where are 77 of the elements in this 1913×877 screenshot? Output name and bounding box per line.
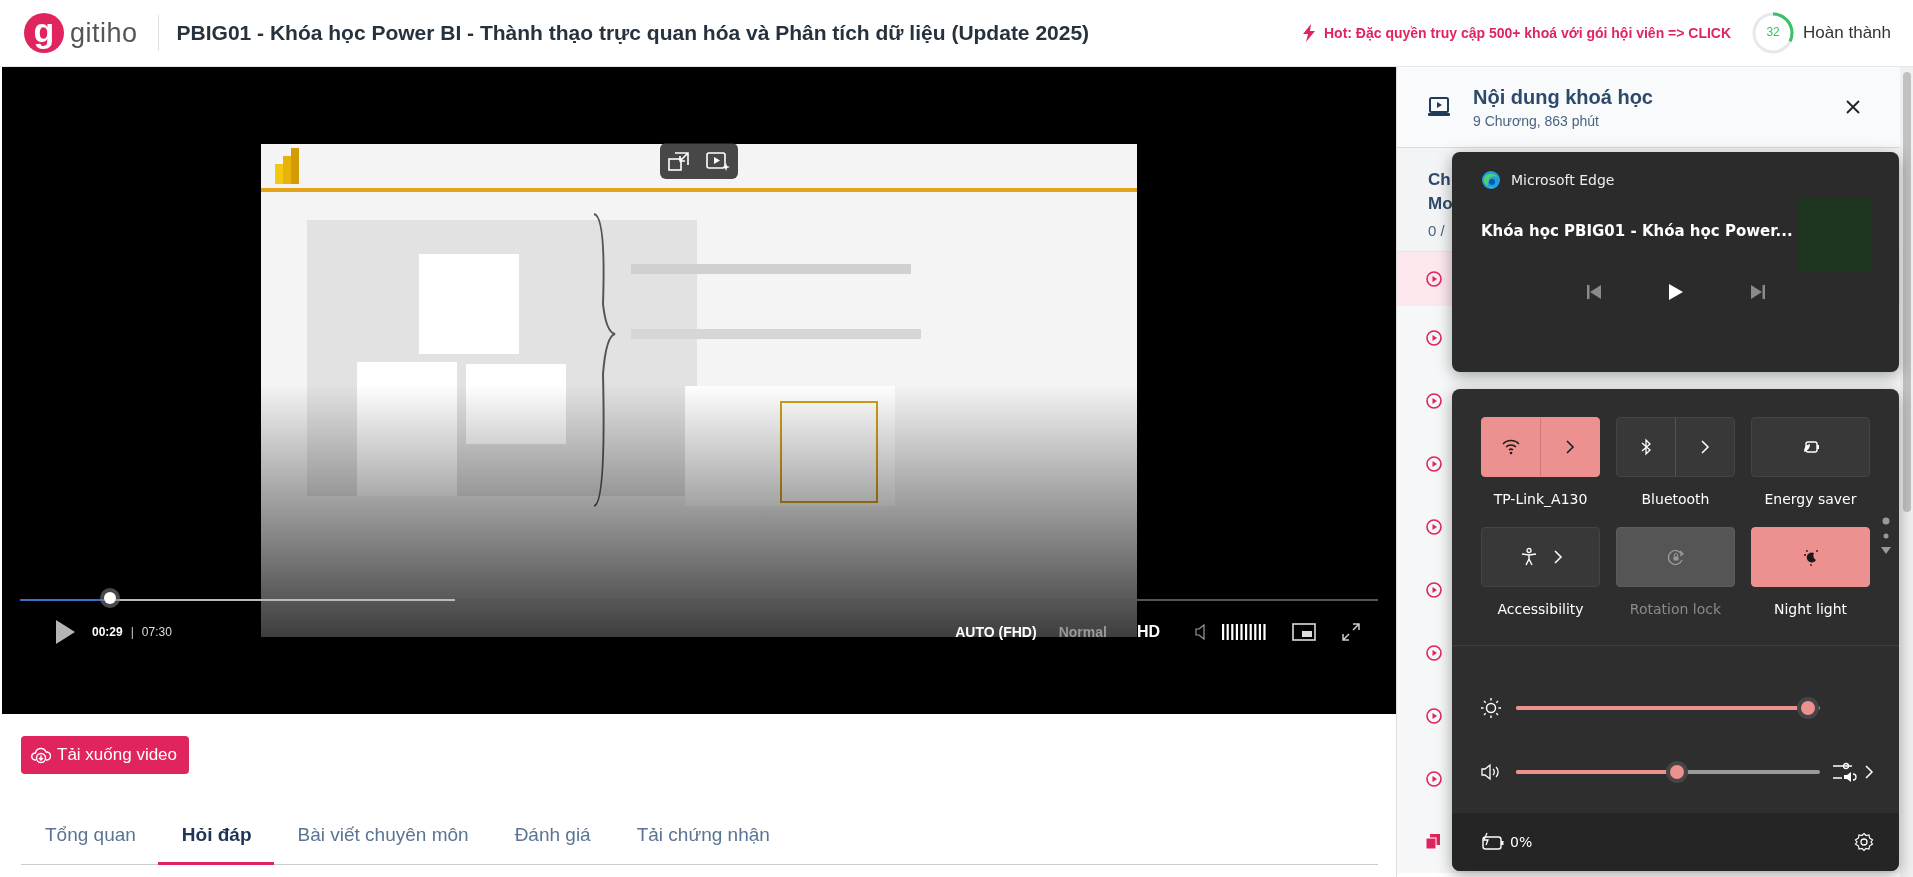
play-circle-icon xyxy=(1426,707,1442,724)
logo-name[interactable]: gitiho xyxy=(70,17,138,49)
page-dot-icon[interactable] xyxy=(1883,533,1889,539)
previous-icon[interactable] xyxy=(1586,284,1602,300)
chapter-count: 0 / xyxy=(1428,222,1445,239)
chevron-right-icon[interactable] xyxy=(1565,440,1575,454)
exit-window-icon[interactable] xyxy=(667,150,691,172)
play-circle-icon xyxy=(1426,455,1442,472)
chapter-title[interactable]: Ch xyxy=(1428,168,1451,192)
duration: 07:30 xyxy=(141,625,172,639)
chevron-right-icon xyxy=(1552,550,1563,564)
play-circle-icon xyxy=(1426,329,1442,346)
seek-thumb[interactable] xyxy=(103,592,116,604)
mini-player-icon[interactable] xyxy=(1292,623,1316,641)
logo-mark[interactable]: g xyxy=(24,13,64,53)
tab[interactable]: Hỏi đáp xyxy=(157,814,274,865)
slider-thumb[interactable] xyxy=(1666,761,1689,783)
play-circle-icon xyxy=(1426,644,1442,661)
time-separator: | xyxy=(130,625,134,639)
battery-percent[interactable]: 0% xyxy=(1510,834,1533,850)
video-sparkle-icon[interactable] xyxy=(705,150,731,172)
scrollbar[interactable] xyxy=(1902,72,1911,512)
toggle-button[interactable] xyxy=(1751,417,1870,477)
brightness-icon xyxy=(1480,697,1502,719)
chapter-title[interactable]: Mo xyxy=(1428,192,1453,216)
tab[interactable]: Tổng quan xyxy=(21,814,158,865)
tab[interactable]: Tải chứng nhận xyxy=(612,814,792,865)
volume-bars-icon[interactable] xyxy=(1222,624,1266,640)
slider-thumb[interactable] xyxy=(1796,697,1819,719)
tile-label: Energy saver xyxy=(1764,491,1857,507)
tab[interactable]: Đánh giá xyxy=(490,814,613,865)
play-circle-icon xyxy=(1426,770,1442,787)
fullscreen-icon[interactable] xyxy=(1342,623,1360,641)
play-circle-icon xyxy=(1426,392,1442,409)
promo-link[interactable]: Hot: Đặc quyền truy cập 500+ khoá với gói hội viên => CLICK xyxy=(1324,25,1732,41)
tile-label: Bluetooth xyxy=(1641,491,1710,507)
progress-value: 32 xyxy=(1765,25,1781,39)
next-icon[interactable] xyxy=(1750,284,1766,300)
current-time: 00:29 xyxy=(92,625,123,639)
play-circle-icon xyxy=(1426,581,1442,598)
progress-label: Hoàn thành xyxy=(1803,23,1891,43)
course-title: PBIG01 - Khóa học Power BI - Thành thạo trực quan hóa và Phân tích dữ liệu (Update 2025) xyxy=(176,21,1090,45)
download-button[interactable]: Tải xuống video xyxy=(21,736,190,774)
toggle-button[interactable] xyxy=(1751,527,1870,587)
hd-button[interactable]: HD xyxy=(1136,623,1160,641)
audio-mixer-icon[interactable] xyxy=(1832,761,1858,783)
play-icon[interactable] xyxy=(54,619,76,645)
cloud-download-icon xyxy=(31,746,51,764)
tile-label: Night light xyxy=(1773,601,1848,617)
quality-button[interactable]: AUTO (FHD) xyxy=(955,624,1037,640)
tile-label: Accessibility xyxy=(1497,601,1584,617)
wifi-icon xyxy=(1501,437,1521,457)
panel-title: Nội dung khoá học xyxy=(1473,85,1654,109)
copy-icon xyxy=(1426,834,1440,849)
toggle-button[interactable] xyxy=(1481,527,1600,587)
video-player[interactable]: 00:29 | 07:30 AUTO (FHD) Normal HD xyxy=(2,67,1396,714)
play-circle-icon xyxy=(1426,271,1442,287)
speaker-icon xyxy=(1480,763,1502,781)
speed-button[interactable]: Normal xyxy=(1058,624,1107,640)
tile-label: TP-Link_A130 xyxy=(1493,491,1588,507)
play-circle-icon xyxy=(1426,518,1442,535)
laptop-play-icon xyxy=(1427,96,1451,118)
panel-subtitle: 9 Chương, 863 phút xyxy=(1473,112,1600,129)
app-name: Microsoft Edge xyxy=(1511,172,1615,188)
rotation-lock-icon xyxy=(1665,547,1686,567)
progress-ring xyxy=(1751,11,1796,55)
play-icon[interactable] xyxy=(1668,283,1684,301)
media-title: Khóa học PBIG01 - Khóa học Power... xyxy=(1481,222,1793,240)
tile-label: Rotation lock xyxy=(1629,601,1722,617)
lightning-icon xyxy=(1302,24,1316,42)
browser-icon xyxy=(1481,170,1501,190)
battery-charging-icon[interactable] xyxy=(1480,832,1506,852)
close-icon[interactable] xyxy=(1846,100,1860,114)
tab[interactable]: Bài viết chuyên môn xyxy=(273,814,491,865)
page-dot-icon[interactable] xyxy=(1882,517,1890,525)
settings-icon[interactable] xyxy=(1854,832,1874,852)
down-arrow-icon[interactable] xyxy=(1881,547,1891,554)
